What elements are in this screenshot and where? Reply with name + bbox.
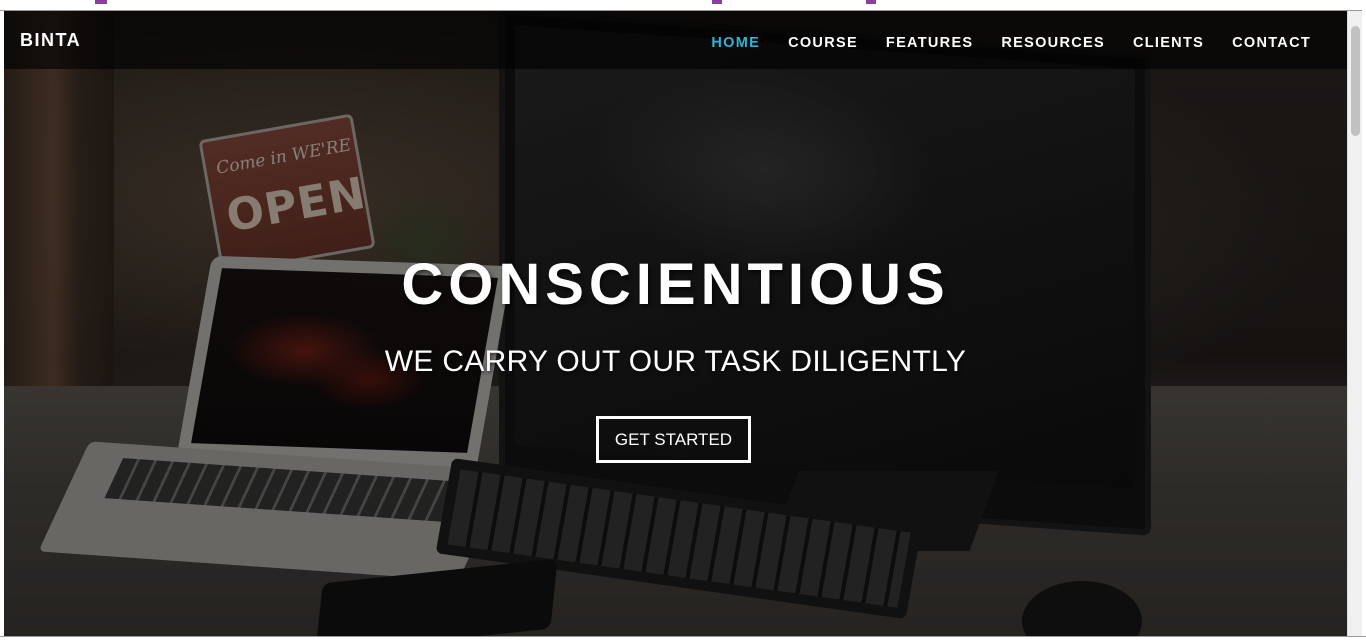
page-viewport: Come in WE'RE OPEN BINTA HOME COURSE FEA (4, 11, 1347, 636)
hero-subtitle: WE CARRY OUT OUR TASK DILIGENTLY (384, 345, 967, 378)
get-started-button[interactable]: GET STARTED (596, 416, 751, 463)
browser-top-edge (0, 0, 1366, 11)
vertical-scrollbar[interactable] (1347, 11, 1363, 636)
navbar: BINTA HOME COURSE FEATURES RESOURCES CLI… (4, 11, 1347, 69)
nav-item-features: FEATURES (886, 34, 973, 52)
nav-link-course[interactable]: COURSE (788, 35, 858, 51)
nav-link-home[interactable]: HOME (711, 35, 760, 51)
hero-background-image: Come in WE'RE OPEN (4, 11, 1347, 636)
nav-link-contact[interactable]: CONTACT (1232, 35, 1311, 51)
nav-item-contact: CONTACT (1232, 34, 1311, 52)
browser-bottom-edge (0, 636, 1366, 641)
dark-overlay (4, 11, 1347, 636)
nav-link-resources[interactable]: RESOURCES (1001, 35, 1105, 51)
hero-title: CONSCIENTIOUS (401, 252, 950, 317)
nav-item-resources: RESOURCES (1001, 34, 1105, 52)
brand-logo[interactable]: BINTA (20, 30, 81, 51)
nav-link-features[interactable]: FEATURES (886, 35, 973, 51)
browser-window: Come in WE'RE OPEN BINTA HOME COURSE FEA (0, 0, 1366, 641)
nav-item-clients: CLIENTS (1133, 34, 1204, 52)
nav-menu: HOME COURSE FEATURES RESOURCES CLIENTS C… (683, 34, 1311, 52)
nav-link-clients[interactable]: CLIENTS (1133, 35, 1204, 51)
nav-item-home: HOME (711, 34, 760, 52)
nav-item-course: COURSE (788, 34, 858, 52)
browser-right-edge (1362, 0, 1366, 640)
scrollbar-thumb[interactable] (1351, 26, 1360, 136)
